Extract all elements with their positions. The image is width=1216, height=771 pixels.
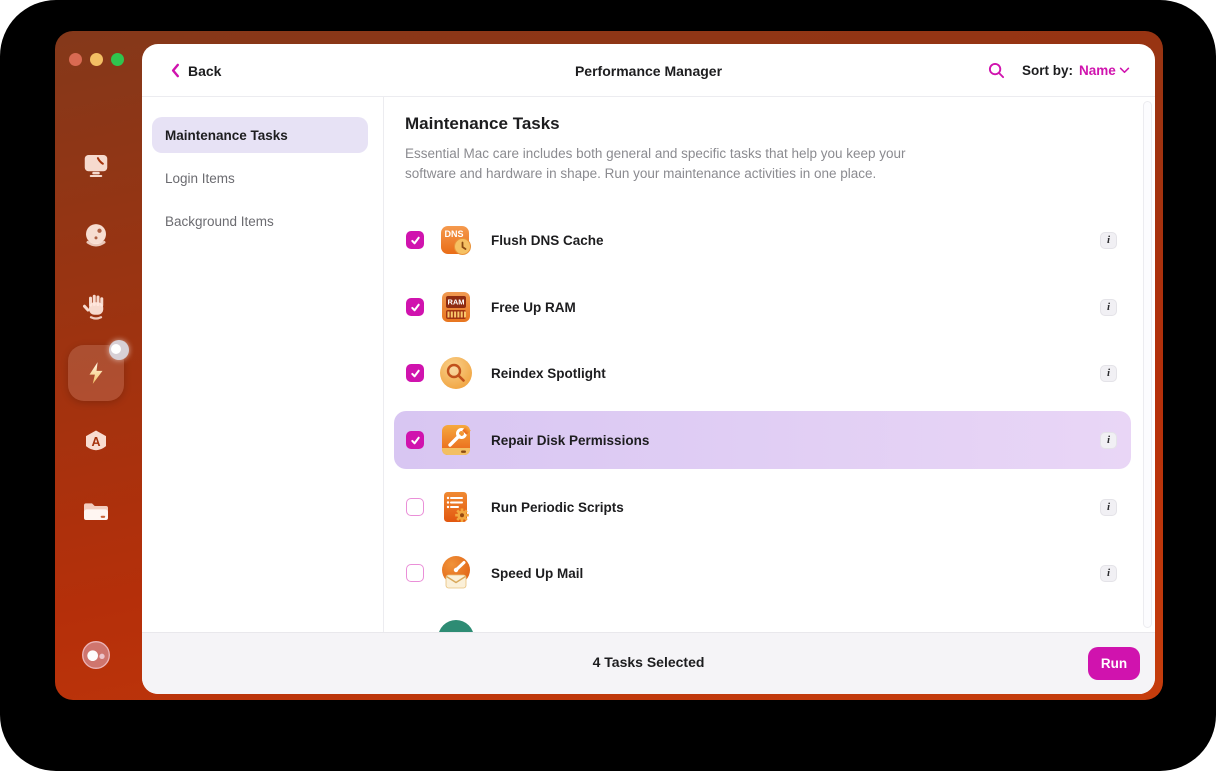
free-up-ram-icon: RAM — [438, 289, 474, 325]
run-periodic-scripts-icon — [438, 489, 474, 525]
sort-by-control[interactable]: Sort by: Name — [1022, 44, 1130, 97]
info-icon[interactable]: i — [1100, 564, 1117, 582]
task-label: Run Periodic Scripts — [491, 499, 624, 515]
close-button[interactable] — [69, 53, 82, 66]
sort-value-label: Name — [1079, 63, 1116, 78]
zoom-button[interactable] — [111, 53, 124, 66]
task-checkbox[interactable] — [406, 298, 424, 316]
lightning-icon[interactable] — [82, 359, 110, 387]
minimize-button[interactable] — [90, 53, 103, 66]
task-checkbox[interactable] — [406, 431, 424, 449]
task-checkbox[interactable] — [406, 364, 424, 382]
task-label: Flush DNS Cache — [491, 232, 604, 248]
check-icon — [410, 436, 420, 444]
scrollbar-thumb[interactable] — [1143, 101, 1152, 628]
sidebar-item-background-items[interactable]: Background Items — [152, 203, 368, 239]
info-icon[interactable]: i — [1100, 431, 1117, 449]
task-checkbox[interactable] — [406, 231, 424, 249]
task-row-flush-dns-cache[interactable]: DNS Flush DNS Cache i — [394, 211, 1131, 269]
notification-badge — [109, 340, 129, 360]
task-row-free-up-ram[interactable]: RAM Free Up RAM i — [394, 278, 1131, 336]
sort-value[interactable]: Name — [1079, 63, 1130, 78]
bottom-bar: 4 Tasks Selected Run — [142, 632, 1155, 694]
inner-sidebar: Maintenance Tasks Login Items Background… — [142, 97, 383, 632]
check-icon — [410, 369, 420, 377]
imac-icon[interactable] — [79, 148, 113, 182]
panel-header: Back Performance Manager Sort by: Name — [142, 44, 1155, 97]
content-panel: Back Performance Manager Sort by: Name M… — [142, 44, 1155, 694]
sidebar-item-login-items[interactable]: Login Items — [152, 160, 368, 196]
section-description: Essential Mac care includes both general… — [405, 146, 906, 181]
assistant-avatar-icon[interactable] — [79, 638, 113, 672]
run-button[interactable]: Run — [1088, 647, 1140, 680]
task-label: Reindex Spotlight — [491, 365, 606, 381]
check-icon — [410, 236, 420, 244]
task-checkbox[interactable] — [406, 564, 424, 582]
repair-disk-permissions-icon — [438, 422, 474, 458]
search-button[interactable] — [982, 56, 1010, 84]
info-icon[interactable]: i — [1100, 498, 1117, 516]
hand-icon[interactable] — [79, 289, 113, 323]
svg-text:DNS: DNS — [444, 229, 463, 239]
task-label: Speed Up Mail — [491, 565, 584, 581]
app-root: A Back Performance Manager Sort by: Name… — [0, 0, 1216, 771]
sphere-icon[interactable] — [79, 219, 113, 253]
dns-cache-icon: DNS — [438, 222, 474, 258]
section-title: Maintenance Tasks — [405, 114, 560, 133]
sidebar-divider — [383, 97, 384, 632]
reindex-spotlight-icon — [438, 355, 474, 391]
hexagon-a-icon[interactable]: A — [79, 426, 113, 460]
task-label: Free Up RAM — [491, 299, 576, 315]
info-icon[interactable]: i — [1100, 231, 1117, 249]
task-row-reindex-spotlight[interactable]: Reindex Spotlight i — [394, 344, 1131, 402]
task-row-run-periodic-scripts[interactable]: Run Periodic Scripts i — [394, 478, 1131, 536]
speed-up-mail-icon — [438, 555, 474, 591]
task-label: Repair Disk Permissions — [491, 432, 650, 448]
folder-icon[interactable] — [79, 495, 113, 529]
sidebar-item-maintenance-tasks[interactable]: Maintenance Tasks — [152, 117, 368, 153]
traffic-lights — [69, 53, 124, 66]
sort-by-label: Sort by: — [1022, 63, 1074, 78]
task-row-speed-up-mail[interactable]: Speed Up Mail i — [394, 544, 1131, 602]
svg-text:RAM: RAM — [447, 298, 464, 307]
svg-text:A: A — [91, 435, 100, 449]
search-icon — [988, 62, 1004, 78]
info-icon[interactable]: i — [1100, 298, 1117, 316]
check-icon — [410, 303, 420, 311]
task-checkbox[interactable] — [406, 498, 424, 516]
info-icon[interactable]: i — [1100, 364, 1117, 382]
chevron-down-icon — [1119, 67, 1130, 74]
tasks-selected-status: 4 Tasks Selected — [592, 654, 705, 670]
task-row-repair-disk-permissions[interactable]: Repair Disk Permissions i — [394, 411, 1131, 469]
